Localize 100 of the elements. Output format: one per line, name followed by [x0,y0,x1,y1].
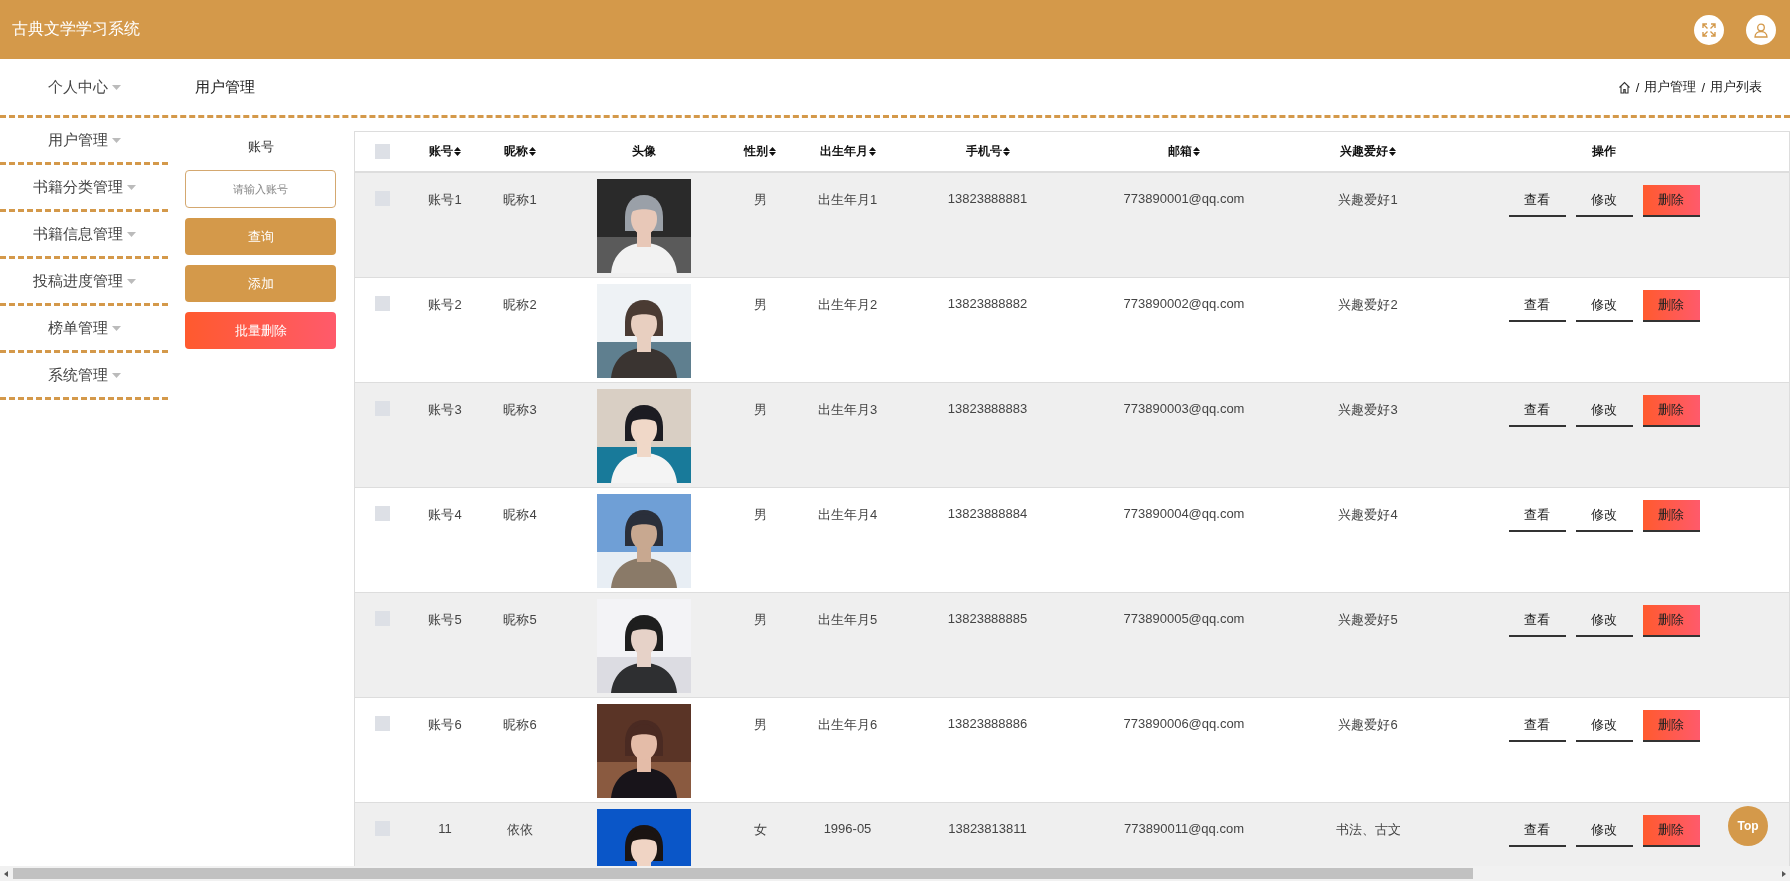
sort-icon [1389,147,1396,156]
sort-icon [454,147,461,156]
scrollbar-thumb[interactable] [13,868,1473,879]
table-cell-text: 昵称6 [502,716,538,734]
caret-icon [111,372,121,378]
table-cell-text: 依依 [506,821,534,839]
table-cell-text: 兴趣爱好5 [1337,611,1399,629]
edit-button[interactable]: 修改 [1575,395,1633,427]
view-button[interactable]: 查看 [1508,395,1566,427]
home-icon[interactable] [1617,80,1631,94]
sort-icon [529,147,536,156]
search-field[interactable]: 请输入账号 [185,170,336,208]
table-cell-text: 13823888884 [946,505,1029,523]
edit-button[interactable]: 修改 [1575,290,1633,322]
horizontal-scrollbar[interactable] [0,866,1790,881]
fullscreen-button[interactable] [1694,14,1724,45]
caret-icon [126,184,136,190]
breadcrumb-separator: / [1701,79,1705,95]
checkbox[interactable] [374,506,390,521]
table-cell-text: 773890005@qq.com [1122,610,1246,628]
table-cell-text: 男 [752,716,768,734]
table-cell-text: 13823813811 [947,820,1028,838]
table-cell-text: 兴趣爱好4 [1337,506,1399,524]
table-cell-text: 账号4 [427,506,463,524]
table-cell-text: 账号1 [427,191,463,209]
delete-button[interactable]: 删除 [1642,185,1700,217]
view-button[interactable]: 查看 [1508,290,1566,322]
breadcrumb-separator: / [1635,79,1640,95]
menu-item[interactable]: 系统管理 [47,365,121,385]
table-cell-text: 男 [752,506,768,524]
column-header[interactable]: 兴趣爱好 [1297,132,1439,171]
expand-icon [1701,21,1717,38]
column-header[interactable]: 出生年月 [791,132,904,171]
page-title: 用户管理 [195,77,255,97]
view-button[interactable]: 查看 [1508,185,1566,217]
column-header[interactable]: 邮箱 [1071,132,1297,171]
table-cell-text: 昵称5 [502,611,538,629]
table-cell-text: 773890002@qq.com [1122,295,1246,313]
view-button[interactable]: 查看 [1508,500,1566,532]
column-header: 头像 [631,143,657,160]
delete-button[interactable]: 删除 [1642,290,1700,322]
view-button[interactable]: 查看 [1508,815,1566,847]
column-header[interactable]: 昵称 [481,132,559,171]
menu-item[interactable]: 书籍分类管理 [32,177,136,197]
breadcrumb-link[interactable]: 用户管理 [1644,78,1697,96]
caret-icon [111,137,121,143]
menu-item[interactable]: 书籍信息管理 [32,224,136,244]
table-cell-text: 13823888883 [946,400,1029,418]
menu-item[interactable]: 用户管理 [47,130,121,150]
delete-button[interactable]: 删除 [1642,710,1700,742]
table-cell-text: 13823888882 [946,295,1029,313]
edit-button[interactable]: 修改 [1575,500,1633,532]
edit-button[interactable]: 修改 [1575,605,1633,637]
table-cell-text: 13823888885 [946,610,1029,628]
right-arrow-icon[interactable] [1781,871,1787,877]
edit-button[interactable]: 修改 [1575,710,1633,742]
view-button[interactable]: 查看 [1508,605,1566,637]
sort-icon [1002,147,1010,156]
user-icon [1753,21,1769,38]
app-title: 古典文学学习系统 [12,19,140,39]
caret-icon [111,84,121,90]
table-cell-text: 兴趣爱好6 [1337,716,1399,734]
table-cell-text: 男 [752,296,768,314]
menu-item[interactable]: 榜单管理 [47,318,121,338]
field-label: 账号 [246,138,275,156]
edit-button[interactable]: 修改 [1575,185,1633,217]
menu-item[interactable]: 投稿进度管理 [32,271,136,291]
table-cell-text: 1996-05 [822,820,873,838]
column-header[interactable]: 账号 [409,132,481,171]
caret-icon [126,278,136,284]
table-cell-text: 账号2 [427,296,463,314]
view-button[interactable]: 查看 [1508,710,1566,742]
column-header: 操作 [1591,143,1617,160]
checkbox[interactable] [374,296,390,311]
table-cell-text: 账号3 [427,401,463,419]
table-cell-text: 账号6 [427,716,463,734]
sort-icon [769,147,776,156]
table-cell-text: 773890011@qq.com [1123,820,1245,838]
table-cell-text: 出生年月1 [816,191,879,209]
table-cell-text: 昵称1 [502,191,538,209]
delete-button[interactable]: 删除 [1642,500,1700,532]
menu-item[interactable]: 个人中心 [47,77,121,97]
checkbox[interactable] [374,144,390,159]
caret-icon [126,231,136,237]
table-cell-text: 773890006@qq.com [1122,715,1246,733]
column-header[interactable]: 性别 [729,132,791,171]
edit-button[interactable]: 修改 [1575,815,1633,847]
table-cell-text: 兴趣爱好2 [1337,296,1399,314]
delete-button[interactable]: 删除 [1642,815,1700,847]
sort-icon [868,147,876,156]
table-cell-text: 出生年月6 [816,716,879,734]
delete-button[interactable]: 删除 [1642,395,1700,427]
sort-icon [1193,147,1200,156]
table-cell-text: 昵称3 [502,401,538,419]
delete-button[interactable]: 删除 [1642,605,1700,637]
checkbox[interactable] [374,716,390,731]
left-arrow-icon[interactable] [3,871,9,877]
column-header[interactable]: 手机号 [904,132,1071,171]
user-button[interactable] [1746,14,1776,45]
table-cell-text: 出生年月4 [816,506,879,524]
